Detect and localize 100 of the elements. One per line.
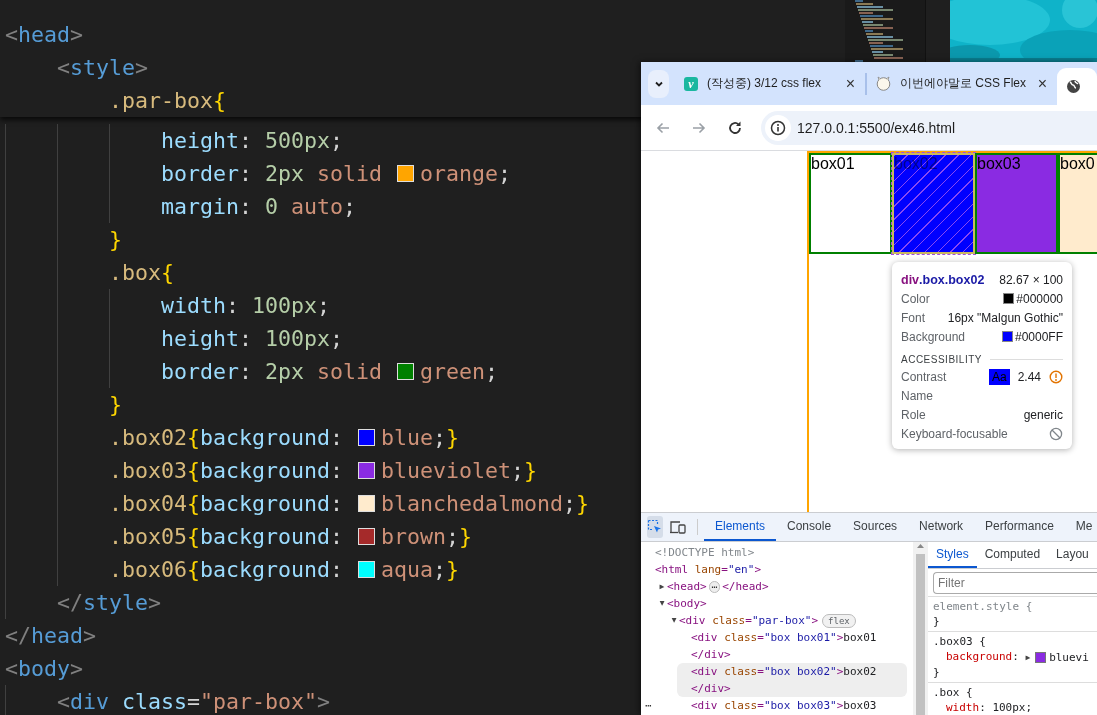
element-selector: div.box.box02 [901, 272, 985, 287]
code-line: blueviolet;} [381, 457, 538, 485]
code-line: .box02{background: [109, 424, 345, 452]
code-line: <body> [5, 655, 84, 683]
section-heading: ACCESSIBILITY [901, 354, 982, 365]
device-toolbar-icon[interactable] [669, 519, 687, 535]
close-tab-button[interactable]: × [843, 74, 857, 93]
html-code-text: <body> [667, 597, 707, 610]
inspect-button[interactable] [647, 516, 663, 538]
code-line: height: 500px; [161, 127, 344, 155]
scrollbar-thumb[interactable] [916, 554, 925, 715]
html-code-text: </head> [722, 580, 769, 593]
property-label: Keyboard-focusable [901, 426, 1008, 441]
property-value: 16px "Malgun Gothic" [947, 310, 1063, 325]
filter-field[interactable]: Filter [933, 572, 1097, 594]
info-icon[interactable] [770, 119, 786, 136]
property-label: Name [901, 388, 933, 403]
tab-search-button[interactable] [648, 69, 669, 98]
html-code-text: </div> [691, 682, 731, 695]
html-code-text: <head> [667, 580, 707, 593]
dom-tree-row[interactable]: ▶ <body> [653, 595, 907, 612]
property-value: generic [1023, 407, 1063, 422]
dom-tree-row[interactable]: ▶ <head> ⋯ </head> [653, 578, 907, 595]
code-line: .box03{background: [109, 457, 345, 485]
css-code-text: element.style { [933, 599, 1033, 614]
close-tab-button[interactable]: × [1035, 74, 1049, 93]
devtools-tab[interactable]: Me [1064, 513, 1097, 541]
code-line: </style> [57, 589, 162, 617]
code-line: blue;} [381, 424, 460, 452]
expand-toggle[interactable]: ▶ [657, 578, 667, 595]
devtools-tab[interactable]: Console [776, 513, 843, 541]
css-code-text: bluevi [1049, 649, 1089, 665]
round-face-icon [876, 76, 891, 91]
dom-tree-row[interactable]: ▶ <div class="par-box"> flex [665, 612, 907, 629]
devtools-tab[interactable]: Performance [974, 513, 1065, 541]
html-code-text: <!DOCTYPE html> [655, 546, 755, 559]
ellipsis-badge[interactable]: ⋯ [708, 581, 721, 593]
layout-badge[interactable]: flex [822, 614, 856, 628]
code-line: margin: 0 auto; [161, 193, 357, 221]
property-label: Role [901, 407, 926, 422]
code-line: width: 100px; [161, 292, 331, 320]
html-code-text: </div> [691, 648, 731, 661]
browser-tab[interactable] [1057, 68, 1097, 105]
styles-tab[interactable]: Computed [976, 542, 1049, 568]
property-label: Font [901, 310, 925, 325]
css-code-text: } [933, 614, 940, 629]
code-line: .par-box{ [109, 86, 227, 115]
code-line: .box06{background: [109, 556, 345, 584]
code-line: orange; [420, 160, 512, 188]
code-line: height: 100px; [161, 325, 344, 353]
code-line: border: 2px solid [161, 358, 384, 386]
devtools-tab[interactable]: Sources [842, 513, 909, 541]
site-logo: v [684, 76, 698, 91]
code-line: brown;} [381, 523, 473, 551]
css-code-text: .box { [933, 685, 973, 700]
code-line: } [109, 391, 122, 419]
dom-tree-row[interactable]: <div class="box box01">box01 </div> [677, 629, 907, 663]
code-line: .box{ [109, 259, 175, 287]
devtools-tab[interactable]: Elements [704, 513, 777, 541]
code-line: .box05{background: [109, 523, 345, 551]
address-bar[interactable]: 127.0.0.1:5500/ex46.html [761, 110, 1097, 145]
code-line: </head> [5, 622, 97, 650]
browser-tab[interactable]: v (작성중) 3/12 css flex × [675, 62, 865, 105]
property-label: Contrast [901, 369, 947, 384]
html-code-text: <div class="box box02">box02 [691, 665, 877, 678]
dom-tree-row[interactable]: <!DOCTYPE html> [641, 544, 907, 561]
code-line: <style> [57, 53, 149, 82]
html-code-text: <html lang="en"> [655, 563, 761, 576]
css-code-text: .box03 { [933, 634, 986, 649]
property-label: Background [901, 329, 966, 344]
property-value: 2.44 [1017, 369, 1041, 384]
html-code-text: <div class="box box01">box01 [691, 631, 877, 644]
dom-tree-row[interactable]: <html lang="en"> [641, 561, 907, 578]
code-line: } [109, 226, 122, 254]
reload-icon[interactable] [727, 119, 743, 136]
code-line: <head> [5, 20, 84, 49]
css-code-text: background: ▶ [946, 649, 1032, 665]
code-line: blanchedalmond;} [381, 490, 590, 518]
globe-icon [1066, 79, 1081, 94]
property-label: Color [901, 291, 930, 306]
colored-box: box03 [975, 153, 1058, 254]
contrast-sample: Aa [988, 368, 1010, 385]
more-actions-button[interactable]: ⋯ [645, 697, 652, 714]
code-line: green; [420, 358, 499, 386]
devtools-tab[interactable]: Network [908, 513, 975, 541]
property-value: #000000 [1016, 291, 1063, 306]
property-value: #0000FF [1014, 329, 1063, 344]
styles-tab[interactable]: Layou [1048, 542, 1097, 568]
css-code-text: width: 100px; [946, 700, 1033, 715]
code-line: <div class="par-box"> [57, 688, 331, 715]
html-code-text: <div class="par-box"> [679, 614, 819, 627]
dom-tree-row[interactable]: <div class="box box02">box02 </div> [677, 663, 907, 697]
code-line: border: 2px solid [161, 160, 384, 188]
styles-tab[interactable]: Styles [928, 542, 977, 568]
colored-box: box0 [1058, 153, 1097, 254]
code-line: aqua;} [381, 556, 460, 584]
html-code-text: <div class="box box03">box03 [691, 699, 877, 712]
colored-box: box01 [809, 153, 892, 254]
code-line: .box04{background: [109, 490, 345, 518]
browser-tab[interactable]: 이번에야말로 CSS Flex × [867, 62, 1057, 105]
